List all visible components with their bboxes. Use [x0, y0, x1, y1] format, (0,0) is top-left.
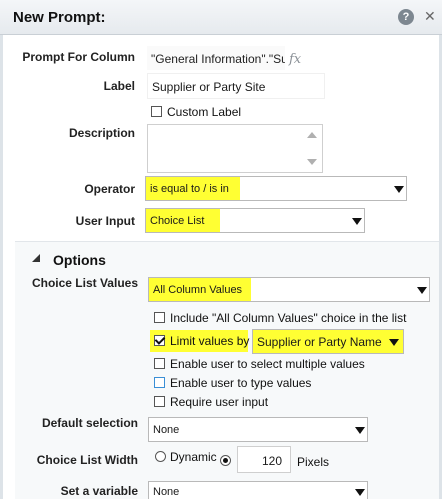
help-icon[interactable]: ? [398, 9, 414, 25]
custom-label-text: Custom Label [167, 105, 242, 119]
description-label: Description [68, 126, 135, 140]
set-variable-label: Set a variable [60, 484, 138, 498]
dialog-title: New Prompt: [13, 9, 106, 26]
limit-values-by-value: Supplier or Party Name [257, 334, 382, 349]
label-field-label: Label [103, 79, 135, 93]
limit-values-by-text: Limit values by [170, 334, 250, 348]
fixed-width-radio[interactable] [220, 455, 231, 466]
choice-list-values-select[interactable]: All Column Values [148, 277, 430, 302]
user-input-select[interactable]: Choice List [145, 208, 365, 233]
chevron-down-icon [352, 218, 362, 225]
prompt-for-column-value: "General Information"."Su [151, 52, 285, 66]
chevron-down-icon [394, 186, 404, 193]
operator-label: Operator [84, 182, 135, 196]
choice-list-values-value: All Column Values [153, 283, 243, 296]
prompt-for-column-label: Prompt For Column [22, 50, 135, 64]
include-all-column-values-checkbox[interactable] [154, 312, 165, 323]
custom-label-checkbox[interactable] [151, 106, 162, 117]
description-textarea[interactable] [147, 124, 323, 173]
choice-list-values-label: Choice List Values [31, 276, 138, 290]
dialog-left-border [0, 35, 3, 499]
enable-type-values-checkbox[interactable] [154, 377, 165, 388]
enable-multiple-values-checkbox[interactable] [154, 358, 165, 369]
dynamic-width-text: Dynamic [170, 450, 217, 464]
collapse-triangle-icon[interactable] [32, 254, 40, 262]
require-user-input-text: Require user input [170, 395, 269, 409]
width-input-value: 120 [261, 454, 282, 468]
dynamic-width-radio[interactable] [155, 451, 166, 462]
set-variable-value: None [153, 486, 180, 498]
operator-value: is equal to / is in [150, 182, 229, 195]
scroll-up-icon[interactable] [307, 132, 317, 138]
choice-list-width-label: Choice List Width [36, 453, 138, 467]
width-unit-text: Pixels [297, 455, 330, 469]
limit-values-by-checkbox[interactable] [154, 335, 165, 346]
chevron-down-icon [389, 339, 399, 346]
label-input[interactable]: Supplier or Party Site [147, 73, 325, 99]
require-user-input-checkbox[interactable] [154, 396, 165, 407]
close-icon[interactable]: ✕ [424, 8, 436, 24]
options-title: Options [53, 252, 106, 268]
chevron-down-icon [355, 427, 365, 434]
default-selection-value: None [153, 423, 180, 436]
limit-values-by-select[interactable]: Supplier or Party Name [252, 329, 404, 354]
scroll-down-icon[interactable] [307, 159, 317, 165]
default-selection-select[interactable]: None [148, 417, 368, 442]
set-variable-select[interactable]: None [148, 481, 368, 499]
label-input-value: Supplier or Party Site [152, 80, 266, 94]
include-all-column-values-text: Include "All Column Values" choice in th… [170, 311, 407, 325]
enable-type-values-text: Enable user to type values [170, 376, 312, 390]
width-input[interactable]: 120 [237, 446, 291, 473]
default-selection-label: Default selection [41, 416, 138, 430]
operator-select[interactable]: is equal to / is in [145, 176, 407, 201]
user-input-value: Choice List [150, 214, 205, 227]
chevron-down-icon [355, 489, 365, 496]
enable-multiple-values-text: Enable user to select multiple values [170, 357, 365, 371]
user-input-label: User Input [75, 214, 135, 228]
chevron-down-icon [417, 287, 427, 294]
formula-icon[interactable]: fx [289, 52, 301, 67]
prompt-for-column-value-box: "General Information"."Su [147, 46, 285, 70]
